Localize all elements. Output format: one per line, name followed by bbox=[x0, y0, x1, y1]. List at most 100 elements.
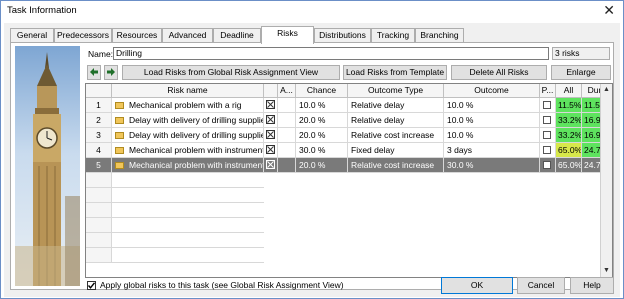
header-rownum bbox=[86, 84, 112, 98]
cancel-button[interactable]: Cancel bbox=[517, 277, 565, 294]
outcome-type-cell[interactable]: Relative delay bbox=[348, 98, 444, 113]
header-p[interactable]: P... bbox=[540, 84, 556, 98]
title-bar: Task Information ✕ bbox=[1, 1, 623, 22]
ok-button[interactable]: OK bbox=[441, 277, 513, 294]
task-image bbox=[15, 46, 80, 286]
header-x bbox=[264, 84, 278, 98]
p-cell[interactable] bbox=[540, 113, 556, 128]
scroll-up-icon[interactable]: ▲ bbox=[601, 84, 612, 96]
chance-cell[interactable]: 10.0 % bbox=[296, 98, 348, 113]
risk-x-cell[interactable] bbox=[264, 143, 278, 158]
risk-name-cell[interactable]: Mechanical problem with a rig bbox=[112, 98, 264, 113]
p-cell[interactable] bbox=[540, 98, 556, 113]
chance-cell[interactable]: 20.0 % bbox=[296, 113, 348, 128]
p-cell[interactable] bbox=[540, 158, 556, 173]
help-button[interactable]: Help bbox=[570, 277, 614, 294]
risk-icon bbox=[115, 132, 124, 139]
header-all[interactable]: All bbox=[556, 84, 582, 98]
delete-risk-icon bbox=[266, 100, 275, 109]
header-outcome[interactable]: Outcome bbox=[444, 84, 540, 98]
vertical-scrollbar[interactable]: ▲ ▼ bbox=[600, 84, 612, 277]
risks-panel: Name: Drilling 3 risks Load Risks from G… bbox=[10, 42, 614, 290]
table-row[interactable]: 3 Delay with delivery of drilling suppli… bbox=[86, 128, 612, 143]
risk-name-cell[interactable]: Delay with delivery of drilling supplie bbox=[112, 128, 264, 143]
tab-general[interactable]: General bbox=[10, 28, 54, 43]
load-global-risks-button[interactable]: Load Risks from Global Risk Assignment V… bbox=[122, 65, 340, 80]
row-number bbox=[86, 218, 112, 233]
delete-risk-icon bbox=[266, 115, 275, 124]
empty-cell bbox=[112, 218, 264, 233]
enlarge-button[interactable]: Enlarge bbox=[551, 65, 611, 80]
empty-row[interactable] bbox=[86, 218, 612, 233]
tab-tracking[interactable]: Tracking bbox=[371, 28, 415, 43]
close-icon[interactable]: ✕ bbox=[603, 2, 615, 19]
risk-icon bbox=[115, 117, 124, 124]
tab-risks[interactable]: Risks bbox=[261, 26, 314, 44]
risk-icon bbox=[115, 147, 124, 154]
outcome-cell[interactable]: 3 days bbox=[444, 143, 540, 158]
outcome-type-cell[interactable]: Fixed delay bbox=[348, 143, 444, 158]
header-a[interactable]: A... bbox=[278, 84, 296, 98]
empty-row[interactable] bbox=[86, 173, 612, 188]
risk-x-cell[interactable] bbox=[264, 158, 278, 173]
row-number bbox=[86, 188, 112, 203]
name-field[interactable]: Drilling bbox=[113, 47, 549, 60]
table-row[interactable]: 1 Mechanical problem with a rig 10.0 % R… bbox=[86, 98, 612, 113]
chance-cell[interactable]: 20.0 % bbox=[296, 158, 348, 173]
row-checkbox[interactable] bbox=[543, 101, 551, 109]
table-row[interactable]: 4 Mechanical problem with instrument 30.… bbox=[86, 143, 612, 158]
outcome-cell[interactable]: 30.0 % bbox=[444, 158, 540, 173]
apply-global-risks-checkbox[interactable]: Apply global risks to this task (see Glo… bbox=[87, 280, 344, 290]
tab-predecessors[interactable]: Predecessors bbox=[54, 28, 112, 43]
back-button[interactable] bbox=[87, 65, 101, 80]
risk-name-cell[interactable]: Delay with delivery of drilling supplie bbox=[112, 113, 264, 128]
forward-button[interactable] bbox=[104, 65, 118, 80]
row-checkbox[interactable] bbox=[543, 161, 551, 169]
row-number: 5 bbox=[86, 158, 112, 173]
empty-row[interactable] bbox=[86, 188, 612, 203]
outcome-type-cell[interactable]: Relative cost increase bbox=[348, 158, 444, 173]
row-checkbox[interactable] bbox=[543, 146, 551, 154]
row-checkbox[interactable] bbox=[543, 131, 551, 139]
all-cell: 65.0% bbox=[556, 158, 582, 173]
header-chance[interactable]: Chance bbox=[296, 84, 348, 98]
scroll-down-icon[interactable]: ▼ bbox=[601, 265, 612, 277]
row-checkbox[interactable] bbox=[543, 116, 551, 124]
window-title: Task Information bbox=[7, 5, 77, 16]
outcome-cell[interactable]: 10.0 % bbox=[444, 113, 540, 128]
header-risk-name[interactable]: Risk name bbox=[112, 84, 264, 98]
outcome-type-cell[interactable]: Relative delay bbox=[348, 113, 444, 128]
empty-row[interactable] bbox=[86, 203, 612, 218]
tab-distributions[interactable]: Distributions bbox=[314, 28, 371, 43]
tab-advanced[interactable]: Advanced bbox=[162, 28, 213, 43]
tab-deadline[interactable]: Deadline bbox=[213, 28, 261, 43]
header-outcome-type[interactable]: Outcome Type bbox=[348, 84, 444, 98]
tab-branching[interactable]: Branching bbox=[415, 28, 464, 43]
load-template-button[interactable]: Load Risks from Template bbox=[343, 65, 447, 80]
empty-row[interactable] bbox=[86, 248, 612, 263]
checkbox-box[interactable] bbox=[87, 281, 96, 290]
delete-risk-icon bbox=[266, 130, 275, 139]
risk-name-cell[interactable]: Mechanical problem with instrument bbox=[112, 143, 264, 158]
risk-name-text: Mechanical problem with instrument bbox=[129, 160, 264, 170]
risk-grid: Risk name A... Chance Outcome Type Outco… bbox=[85, 83, 613, 278]
outcome-cell[interactable]: 10.0 % bbox=[444, 128, 540, 143]
delete-all-risks-button[interactable]: Delete All Risks bbox=[451, 65, 547, 80]
risk-x-cell[interactable] bbox=[264, 128, 278, 143]
outcome-type-cell[interactable]: Relative cost increase bbox=[348, 128, 444, 143]
risk-x-cell[interactable] bbox=[264, 113, 278, 128]
risk-name-cell[interactable]: Mechanical problem with instrument bbox=[112, 158, 264, 173]
risk-x-cell[interactable] bbox=[264, 98, 278, 113]
tab-resources[interactable]: Resources bbox=[112, 28, 162, 43]
p-cell[interactable] bbox=[540, 128, 556, 143]
p-cell[interactable] bbox=[540, 143, 556, 158]
risk-icon bbox=[115, 162, 124, 169]
chance-cell[interactable]: 20.0 % bbox=[296, 128, 348, 143]
empty-row[interactable] bbox=[86, 233, 612, 248]
table-row-selected[interactable]: 5 Mechanical problem with instrument 20.… bbox=[86, 158, 612, 173]
table-row[interactable]: 2 Delay with delivery of drilling suppli… bbox=[86, 113, 612, 128]
chance-cell[interactable]: 30.0 % bbox=[296, 143, 348, 158]
a-cell bbox=[278, 98, 296, 113]
outcome-cell[interactable]: 10.0 % bbox=[444, 98, 540, 113]
risk-name-text: Delay with delivery of drilling supplie bbox=[129, 130, 264, 140]
